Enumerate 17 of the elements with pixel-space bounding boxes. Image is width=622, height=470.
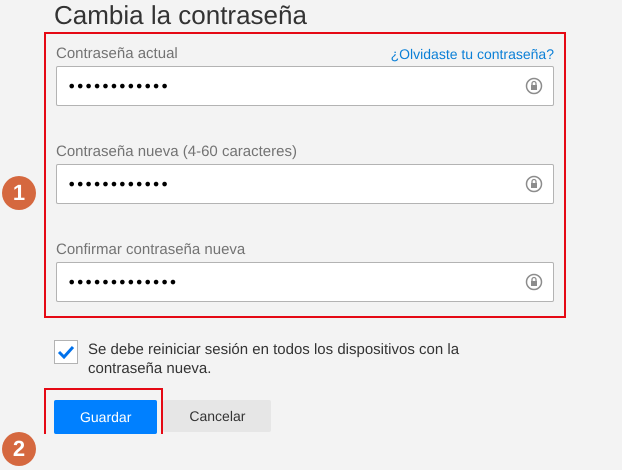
password-field[interactable]: •••••••••••••	[56, 262, 554, 302]
password-field[interactable]: ••••••••••••	[56, 164, 554, 204]
forgot-password-link[interactable]: ¿Olvidaste tu contraseña?	[390, 46, 554, 62]
field-label: Confirmar contraseña nueva	[56, 241, 246, 258]
lock-icon[interactable]	[525, 273, 543, 291]
password-field[interactable]: ••••••••••••	[56, 66, 554, 106]
checkbox[interactable]	[54, 340, 78, 364]
lock-icon[interactable]	[525, 175, 543, 193]
lock-icon[interactable]	[525, 77, 543, 95]
step-number-badge: 2	[2, 432, 36, 466]
page-title: Cambia la contraseña	[53, 0, 308, 30]
checkbox-label: Se debe reiniciar sesión en todos los dispositivos con la contraseña nueva.	[88, 340, 460, 378]
field-label: Contraseña nueva (4-60 caracteres)	[56, 143, 297, 160]
save-button[interactable]: Guardar	[54, 400, 158, 434]
cancel-button[interactable]: Cancelar	[163, 400, 272, 432]
step-number-badge: 1	[2, 176, 36, 210]
field-label: Contraseña actual	[56, 45, 178, 62]
